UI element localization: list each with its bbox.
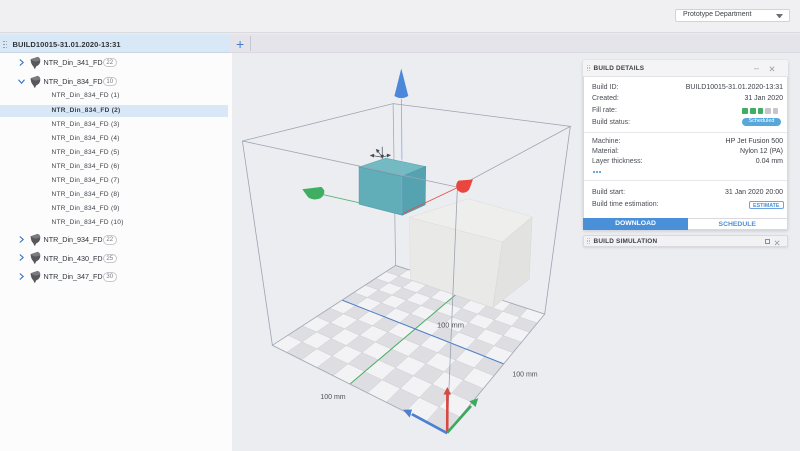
- svg-text:100 mm: 100 mm: [437, 321, 464, 330]
- svg-text:100 mm: 100 mm: [320, 394, 345, 401]
- svg-text:100 mm: 100 mm: [512, 372, 537, 379]
